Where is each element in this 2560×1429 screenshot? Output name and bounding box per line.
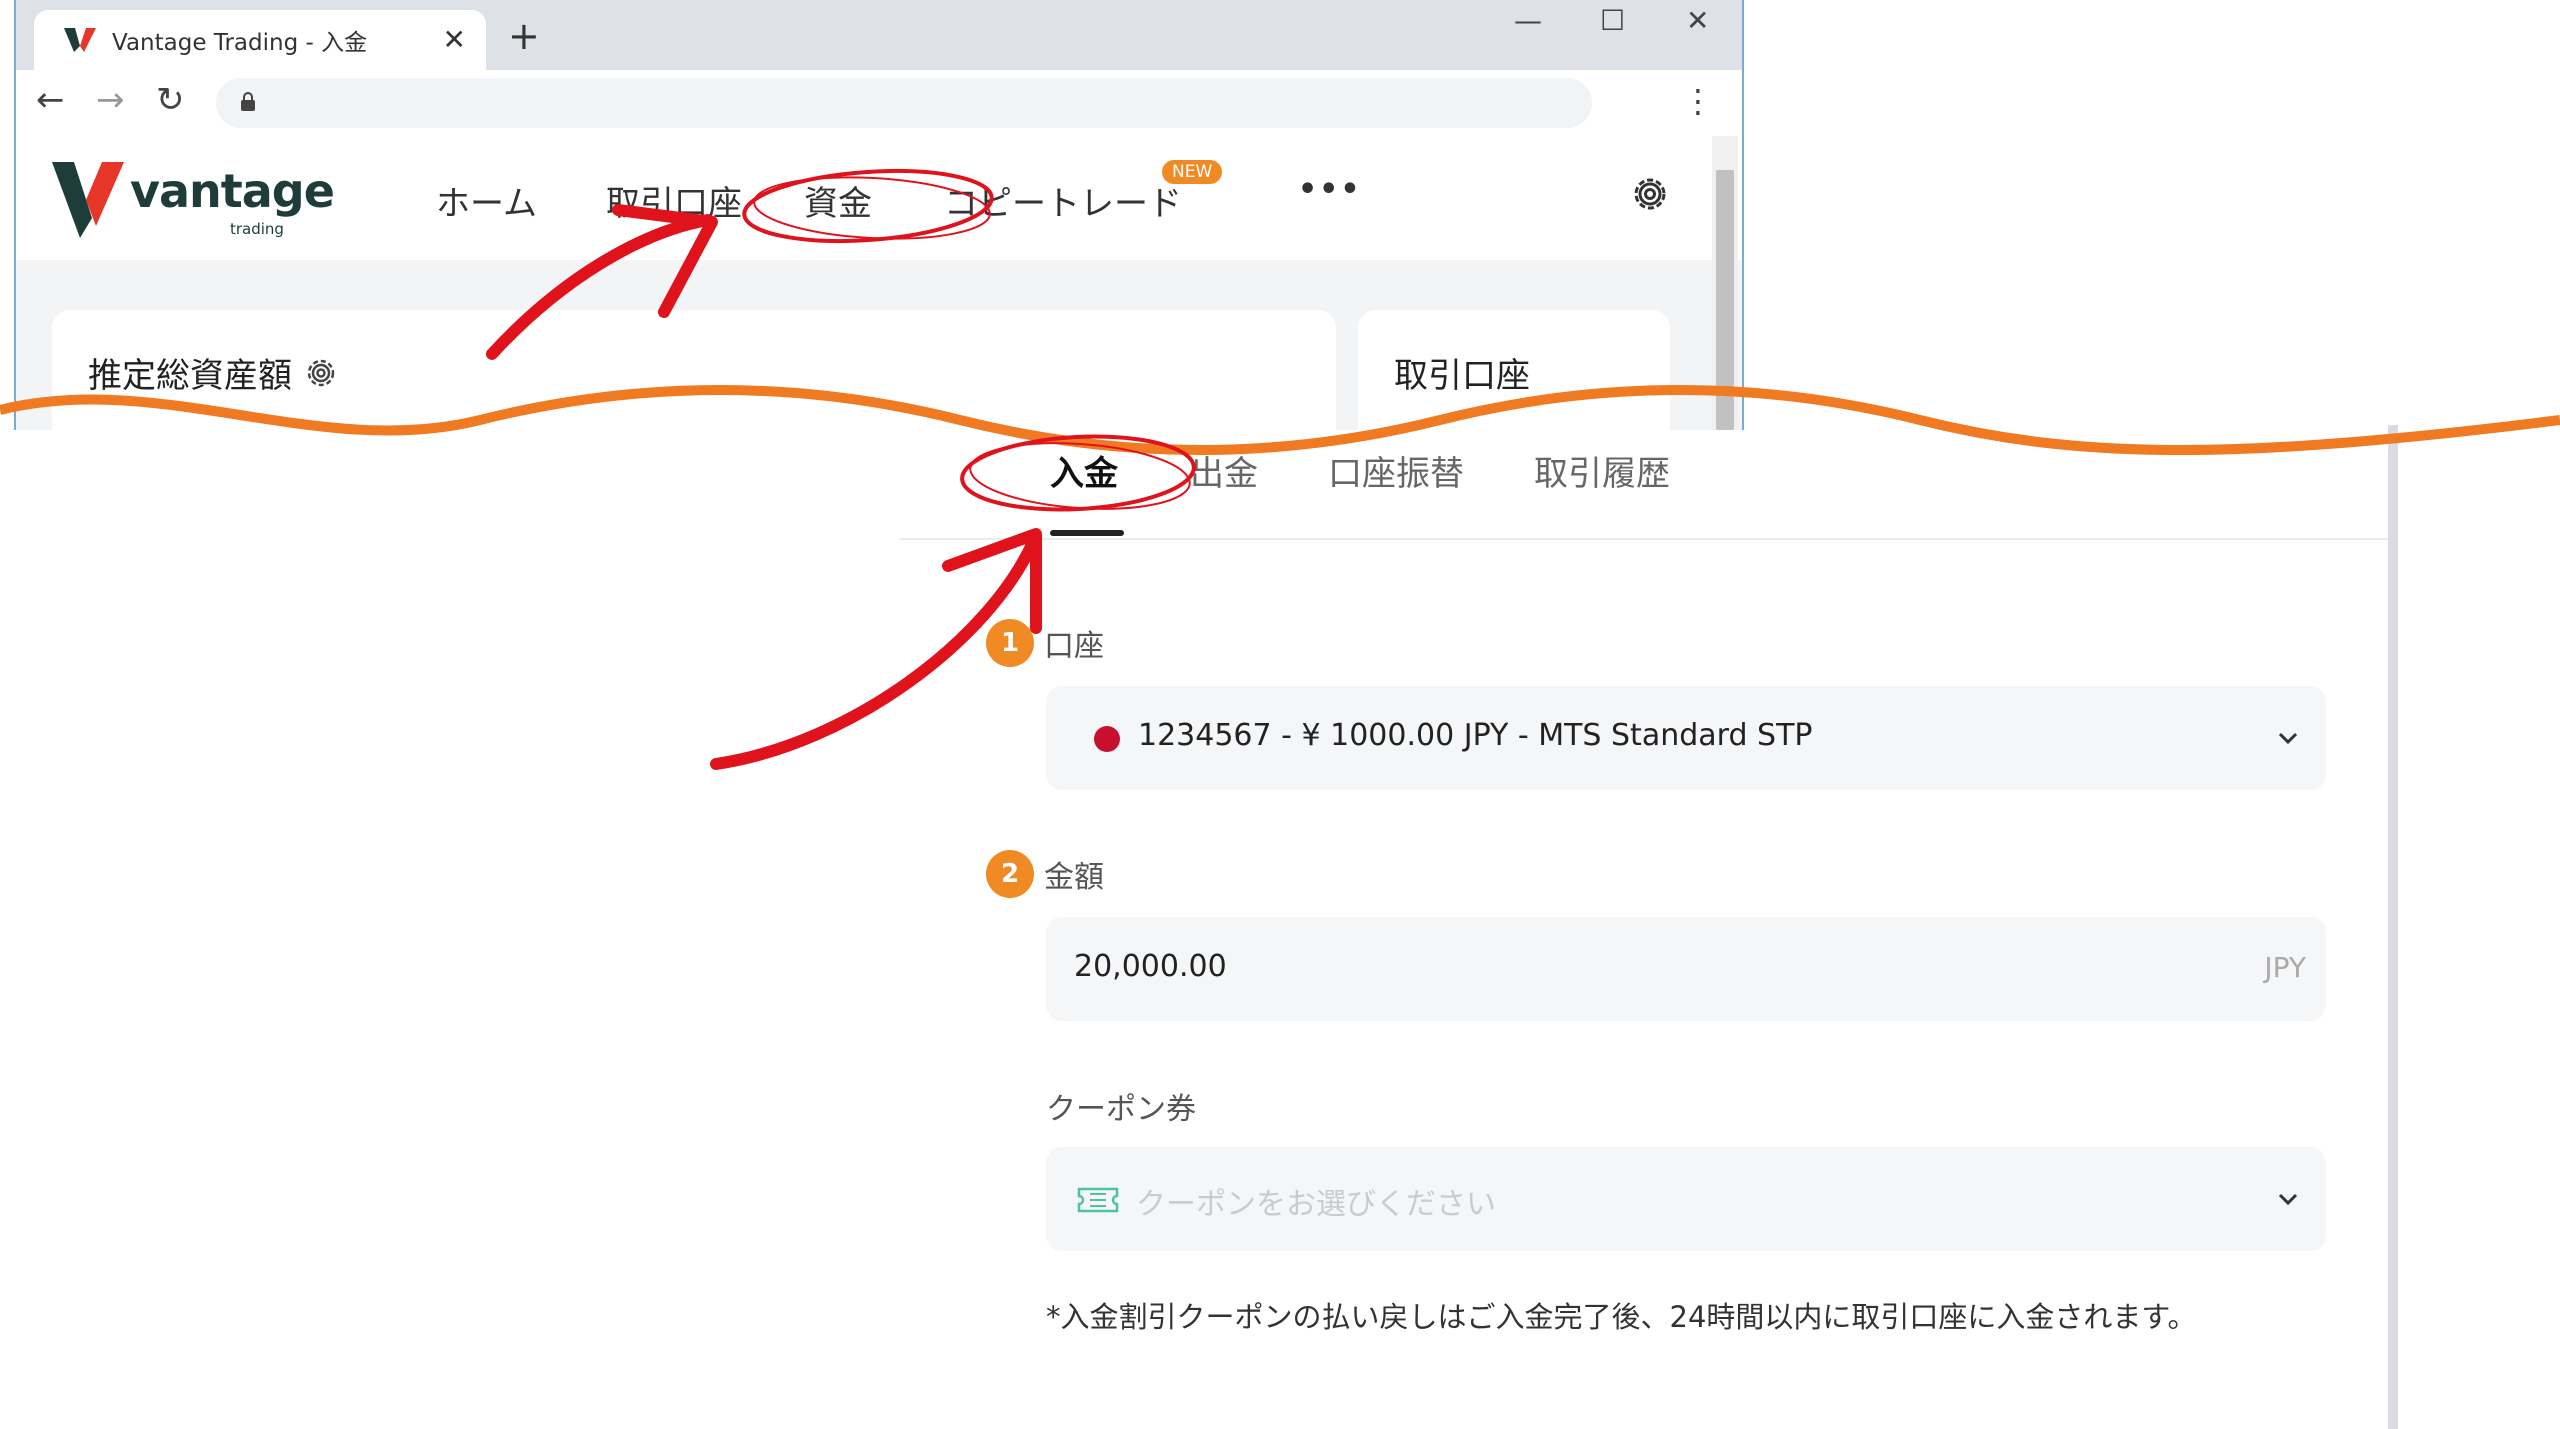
coupon-note: *入金割引クーポンの払い戻しはご入金完了後、24時間以内に取引口座に入金されます… — [1046, 1300, 2197, 1334]
coupon-select[interactable]: クーポンをお選びください — [1046, 1147, 2326, 1251]
new-tab-button[interactable]: + — [508, 14, 540, 58]
new-badge: NEW — [1162, 160, 1223, 184]
ticket-icon — [1077, 1187, 1119, 1213]
amount-currency: JPY — [2264, 951, 2306, 984]
total-assets-title: 推定総資産額 — [88, 356, 292, 396]
step-number-badge: 1 — [986, 619, 1034, 667]
forward-icon[interactable]: → — [96, 80, 125, 120]
account-label: 口座 — [1044, 629, 1104, 664]
tab-deposit[interactable]: 入金 — [1050, 446, 1118, 495]
amount-input[interactable]: 20,000.00 JPY — [1046, 917, 2326, 1021]
page-scrollbar[interactable] — [1712, 136, 1738, 430]
reload-icon[interactable]: ↻ — [156, 80, 185, 120]
step-amount: 2 金額 — [986, 850, 1104, 898]
japan-flag-icon — [1094, 726, 1120, 752]
lock-icon — [241, 92, 255, 111]
account-select[interactable]: 1234567 - ¥ 1000.00 JPY - MTS Standard S… — [1046, 686, 2326, 790]
total-assets-card: 推定総資産額 — [52, 310, 1336, 430]
nav-funds[interactable]: 資金 — [804, 176, 872, 225]
back-icon[interactable]: ← — [36, 80, 65, 120]
logo-wordmark: vantage — [130, 164, 335, 218]
dashboard-area: 推定総資産額 取引口座 — [16, 260, 1742, 430]
minimize-button[interactable]: — — [1514, 4, 1542, 37]
step-number-badge: 2 — [986, 850, 1034, 898]
browser-tab[interactable]: Vantage Trading - 入金 ✕ — [34, 10, 486, 70]
nav-home[interactable]: ホーム — [436, 176, 537, 225]
amount-input-value: 20,000.00 — [1074, 949, 1227, 984]
chevron-down-icon — [2278, 732, 2298, 745]
nav-accounts[interactable]: 取引口座 — [606, 176, 742, 225]
tab-history[interactable]: 取引履歴 — [1534, 446, 1670, 495]
nav-copytrade[interactable]: コピートレード — [944, 176, 1182, 225]
coupon-placeholder: クーポンをお選びください — [1136, 1187, 1496, 1222]
tab-strip: Vantage Trading - 入金 ✕ + — ☐ ✕ — [16, 0, 1742, 70]
coupon-label: クーポン券 — [1046, 1092, 1196, 1127]
content-scrollbar[interactable] — [2388, 425, 2398, 1429]
window-close-button[interactable]: ✕ — [1686, 4, 1709, 37]
vantage-logo-icon — [52, 162, 124, 238]
browser-menu-icon[interactable]: ⋮ — [1682, 82, 1714, 120]
tab-transfer[interactable]: 口座振替 — [1328, 446, 1464, 495]
amount-label: 金額 — [1044, 860, 1104, 895]
app-header: vantage trading ホーム 取引口座 資金 コピートレード NEW … — [16, 136, 1742, 260]
trading-accounts-card: 取引口座 — [1358, 310, 1670, 430]
browser-toolbar: ← → ↻ ⋮ — [16, 70, 1742, 137]
tab-withdraw[interactable]: 出金 — [1190, 446, 1258, 495]
logo-subtitle: trading — [230, 220, 284, 238]
more-menu-icon[interactable]: ••• — [1298, 172, 1362, 207]
address-bar[interactable] — [216, 78, 1592, 128]
settings-gear-icon[interactable] — [1628, 172, 1672, 216]
step-account: 1 口座 — [986, 619, 1104, 667]
vantage-favicon-icon — [64, 28, 96, 52]
maximize-button[interactable]: ☐ — [1600, 4, 1625, 37]
active-tab-indicator — [1050, 530, 1124, 536]
trading-accounts-title: 取引口座 — [1394, 356, 1530, 396]
tab-close-icon[interactable]: ✕ — [443, 23, 466, 56]
tab-title: Vantage Trading - 入金 — [112, 30, 368, 56]
funds-tabs: 入金 出金 口座振替 取引履歴 — [900, 446, 2388, 540]
account-select-value: 1234567 - ¥ 1000.00 JPY - MTS Standard S… — [1138, 718, 1813, 753]
browser-window: Vantage Trading - 入金 ✕ + — ☐ ✕ ← → ↻ ⋮ v… — [14, 0, 1744, 430]
card-settings-gear-icon[interactable] — [304, 356, 338, 390]
vantage-logo[interactable]: vantage trading — [52, 160, 335, 250]
chevron-down-icon — [2278, 1193, 2298, 1206]
